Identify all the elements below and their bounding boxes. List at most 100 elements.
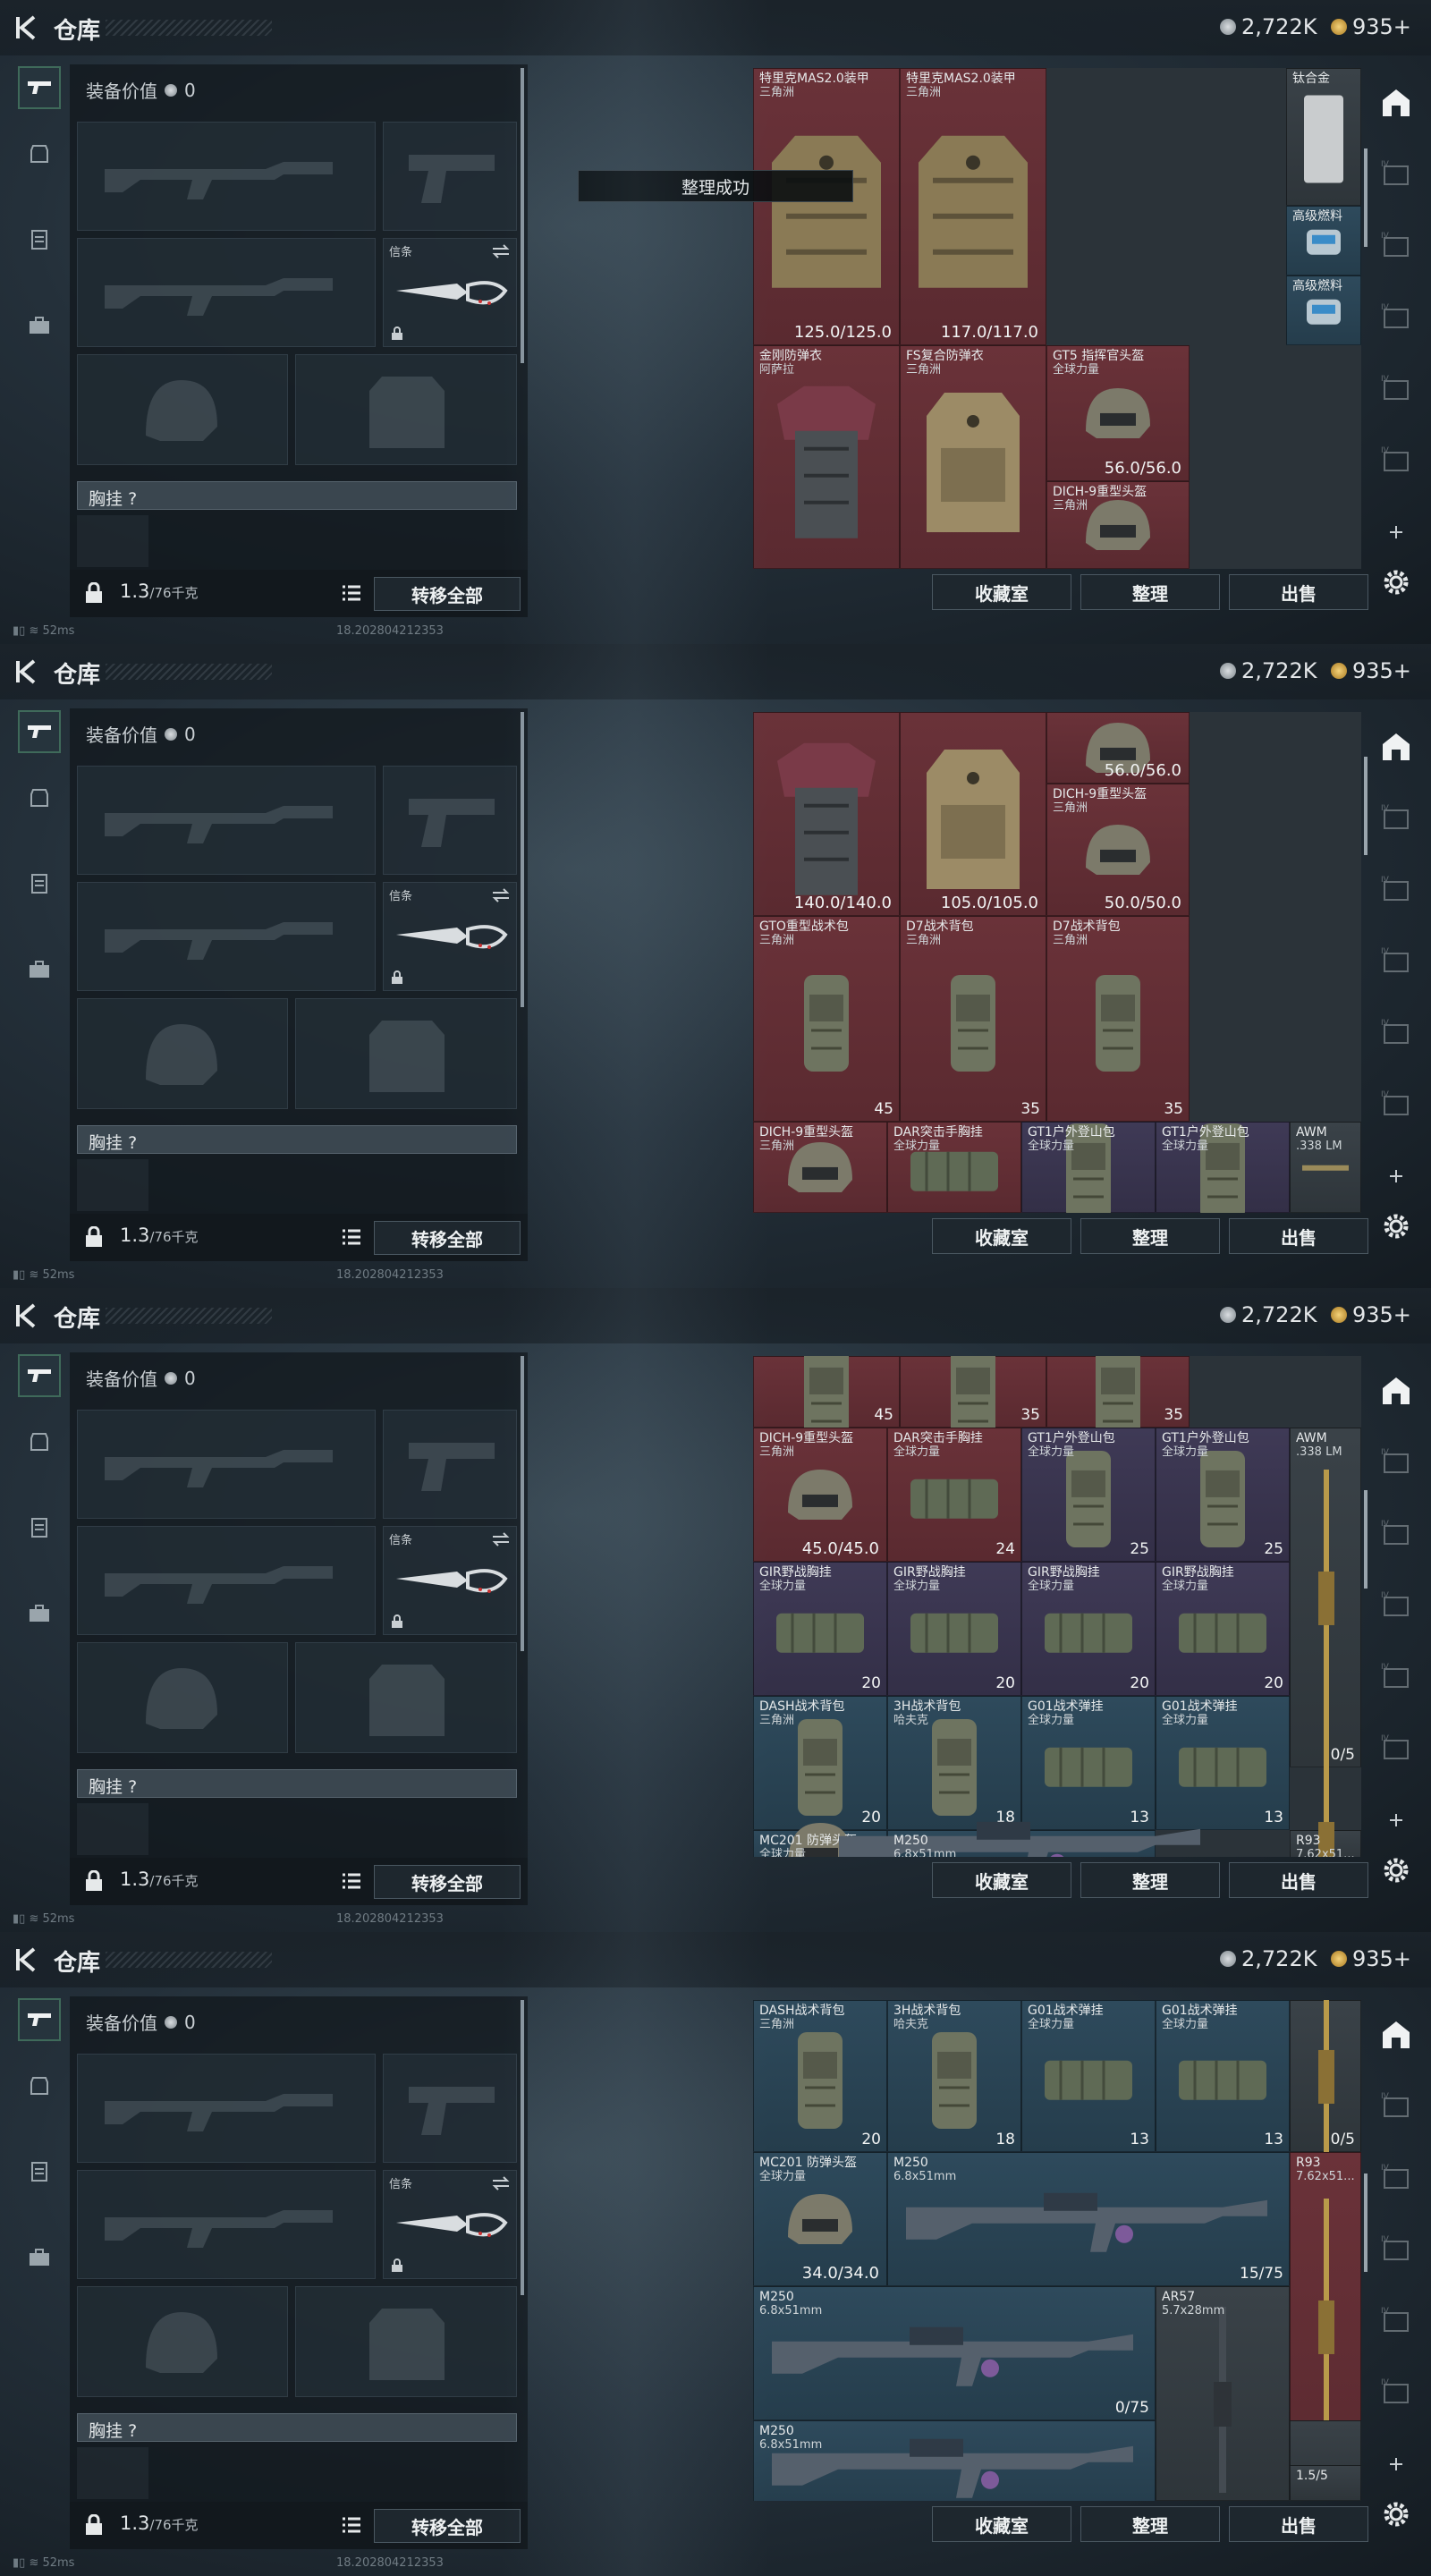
settings-gear-icon[interactable] bbox=[1379, 565, 1413, 599]
stash-item[interactable]: FS复合防弹衣 三角洲 bbox=[900, 345, 1046, 569]
stash-item[interactable]: 钛合金 bbox=[1286, 68, 1361, 206]
favorites-button[interactable]: 收藏室 bbox=[932, 2506, 1071, 2542]
swap-icon[interactable] bbox=[491, 888, 511, 902]
storage-tab-2-icon[interactable]: IV bbox=[1379, 229, 1413, 263]
stash-item[interactable]: 140.0/140.0 bbox=[753, 712, 900, 916]
transfer-all-button[interactable]: 转移全部 bbox=[374, 1865, 521, 1899]
chest-rig-slot[interactable]: 胸挂 ? bbox=[77, 1125, 517, 1154]
pistol-slot[interactable] bbox=[383, 122, 517, 231]
stash-item[interactable]: DICH-9重型头盔 三角洲 bbox=[753, 1122, 887, 1213]
transfer-all-button[interactable]: 转移全部 bbox=[374, 1221, 521, 1255]
list-icon[interactable] bbox=[342, 584, 361, 602]
stash-item[interactable]: 金刚防弹衣 阿萨拉 bbox=[753, 345, 900, 569]
storage-home-icon[interactable] bbox=[1379, 2018, 1413, 2052]
stash-item[interactable]: 35 bbox=[900, 1356, 1046, 1445]
storage-tab-3-icon[interactable]: IV bbox=[1379, 945, 1413, 979]
add-storage-icon[interactable] bbox=[1379, 1803, 1413, 1837]
list-icon[interactable] bbox=[342, 1872, 361, 1890]
stash-item[interactable]: 特里克MAS2.0装甲 三角洲 125.0/125.0 bbox=[753, 68, 900, 345]
back-arrow-icon[interactable] bbox=[13, 657, 43, 687]
melee-slot[interactable]: 信条 bbox=[383, 882, 517, 991]
swap-icon[interactable] bbox=[491, 2176, 511, 2190]
stash-item[interactable]: D7战术背包 三角洲 35 bbox=[1046, 916, 1190, 1122]
armor-slot[interactable] bbox=[295, 354, 517, 465]
storage-tab-5-icon[interactable]: IV bbox=[1379, 1732, 1413, 1766]
tab-armor[interactable] bbox=[18, 132, 61, 175]
stash-item[interactable]: GIR野战胸挂 全球力量 20 bbox=[1156, 1562, 1290, 1696]
tab-backpack[interactable] bbox=[18, 1592, 61, 1635]
stash-item[interactable]: GT1户外登山包 全球力量 bbox=[1021, 1122, 1156, 1213]
stash-item[interactable]: 高级燃料 bbox=[1286, 275, 1361, 345]
stash-item[interactable]: AWM .338 LM bbox=[1290, 1122, 1361, 1213]
gold-currency[interactable]: 935+ bbox=[1331, 658, 1411, 683]
stash-item[interactable]: AR57 5.7x28mm bbox=[1156, 2286, 1290, 2501]
pocket-slot[interactable] bbox=[77, 1803, 148, 1855]
add-storage-icon[interactable] bbox=[1379, 515, 1413, 549]
stash-item[interactable]: GT5 指挥官头盔 全球力量 56.0/56.0 bbox=[1046, 345, 1190, 481]
stash-item[interactable]: GT1户外登山包 全球力量 25 bbox=[1021, 1428, 1156, 1562]
storage-tab-3-icon[interactable]: IV bbox=[1379, 1589, 1413, 1623]
armor-slot[interactable] bbox=[295, 998, 517, 1109]
helmet-slot[interactable] bbox=[77, 1642, 288, 1753]
stash-item[interactable]: 1.5/5 bbox=[1290, 2465, 1361, 2501]
back-arrow-icon[interactable] bbox=[13, 1945, 43, 1975]
settings-gear-icon[interactable] bbox=[1379, 1209, 1413, 1243]
sort-button[interactable]: 整理 bbox=[1080, 1218, 1220, 1254]
sell-button[interactable]: 出售 bbox=[1229, 1862, 1368, 1898]
tab-backpack[interactable] bbox=[18, 304, 61, 347]
tab-rig[interactable] bbox=[18, 218, 61, 261]
equipment-scrollbar[interactable] bbox=[521, 712, 524, 1007]
stash-scrollbar[interactable] bbox=[1364, 2173, 1367, 2272]
tab-weapons[interactable] bbox=[18, 1998, 61, 2041]
gold-currency[interactable]: 935+ bbox=[1331, 1946, 1411, 1971]
stash-item[interactable]: DICH-9重型头盔 三角洲 45.0/45.0 bbox=[753, 1428, 887, 1562]
favorites-button[interactable]: 收藏室 bbox=[932, 574, 1071, 610]
storage-tab-5-icon[interactable]: IV bbox=[1379, 444, 1413, 478]
tab-rig[interactable] bbox=[18, 1506, 61, 1549]
transfer-all-button[interactable]: 转移全部 bbox=[374, 577, 521, 611]
sort-button[interactable]: 整理 bbox=[1080, 2506, 1220, 2542]
settings-gear-icon[interactable] bbox=[1379, 1853, 1413, 1887]
storage-tab-5-icon[interactable]: IV bbox=[1379, 2376, 1413, 2410]
list-icon[interactable] bbox=[342, 2516, 361, 2534]
storage-tab-2-icon[interactable]: IV bbox=[1379, 1517, 1413, 1551]
secondary-weapon-slot[interactable] bbox=[77, 1526, 376, 1635]
stash-item[interactable]: M250 6.8x51mm bbox=[839, 1821, 1200, 1857]
helmet-slot[interactable] bbox=[77, 2286, 288, 2397]
storage-tab-1-icon[interactable]: IV bbox=[1379, 157, 1413, 191]
tab-armor[interactable] bbox=[18, 2064, 61, 2107]
melee-slot[interactable]: 信条 bbox=[383, 1526, 517, 1635]
sell-button[interactable]: 出售 bbox=[1229, 574, 1368, 610]
stash-item[interactable]: 56.0/56.0 bbox=[1046, 712, 1190, 784]
tab-armor[interactable] bbox=[18, 1420, 61, 1463]
stash-item[interactable]: 45 bbox=[753, 1356, 900, 1445]
stash-grid[interactable]: 45 35 35 DICH-9重型头盔 三角洲 45.0/45.0 DAR突击手胸挂 全球力量… bbox=[753, 1356, 1361, 1857]
stash-item[interactable]: G01战术弹挂 全球力量 13 bbox=[1021, 2000, 1156, 2152]
stash-item[interactable]: DAR突击手胸挂 全球力量 bbox=[887, 1122, 1021, 1213]
storage-tab-4-icon[interactable]: IV bbox=[1379, 1016, 1413, 1050]
favorites-button[interactable]: 收藏室 bbox=[932, 1218, 1071, 1254]
add-storage-icon[interactable] bbox=[1379, 2447, 1413, 2481]
tab-backpack[interactable] bbox=[18, 2236, 61, 2279]
helmet-slot[interactable] bbox=[77, 998, 288, 1109]
stash-grid[interactable]: 特里克MAS2.0装甲 三角洲 125.0/125.0 特里克MAS2.0装甲 三角洲 1… bbox=[753, 68, 1361, 569]
add-storage-icon[interactable] bbox=[1379, 1159, 1413, 1193]
storage-tab-4-icon[interactable]: IV bbox=[1379, 372, 1413, 406]
melee-slot[interactable]: 信条 bbox=[383, 2170, 517, 2279]
stash-item[interactable]: DICH-9重型头盔 三角洲 50.0/50.0 bbox=[1046, 784, 1190, 916]
armor-slot[interactable] bbox=[295, 1642, 517, 1753]
stash-item[interactable]: M250 6.8x51mm 0/75 bbox=[753, 2286, 1156, 2420]
pistol-slot[interactable] bbox=[383, 2054, 517, 2163]
melee-slot[interactable]: 信条 bbox=[383, 238, 517, 347]
stash-item[interactable]: MC201 防弹头盔 全球力量 34.0/34.0 bbox=[753, 2152, 887, 2286]
back-arrow-icon[interactable] bbox=[13, 1301, 43, 1331]
pocket-slot[interactable] bbox=[77, 515, 148, 567]
storage-home-icon[interactable] bbox=[1379, 86, 1413, 120]
primary-weapon-slot[interactable] bbox=[77, 1410, 376, 1519]
storage-home-icon[interactable] bbox=[1379, 1374, 1413, 1408]
stash-item[interactable]: 高级燃料 bbox=[1286, 206, 1361, 275]
stash-item[interactable]: R93 7.62x51... bbox=[1290, 1719, 1361, 1857]
stash-item[interactable]: 3H战术背包 哈夫克 18 bbox=[887, 2000, 1021, 2152]
back-arrow-icon[interactable] bbox=[13, 13, 43, 43]
tab-rig[interactable] bbox=[18, 862, 61, 905]
